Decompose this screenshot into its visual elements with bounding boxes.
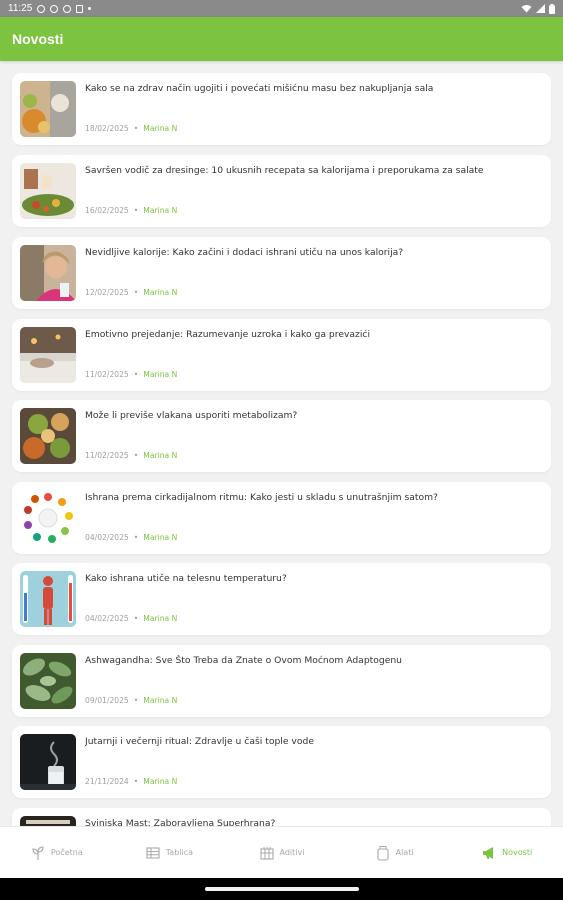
article-date: 09/01/2025 [85, 696, 129, 705]
article-meta: 04/02/2025 • Marina N [85, 533, 177, 542]
article-date: 12/02/2025 [85, 288, 129, 297]
meta-separator: • [133, 533, 139, 542]
article-thumbnail [20, 163, 76, 219]
article-thumbnail [20, 245, 76, 301]
article-card[interactable]: Može li previše vlakana usporiti metabol… [12, 400, 551, 472]
nav-news[interactable]: Novosti [450, 827, 563, 878]
article-meta: 12/02/2025 • Marina N [85, 288, 177, 297]
home-gesture-bar[interactable] [205, 887, 359, 891]
sprout-icon [32, 845, 44, 860]
article-title: Svinjska Mast: Zaboravljena Superhrana? [85, 818, 276, 826]
article-title: Ashwagandha: Sve Što Treba da Znate o Ov… [85, 655, 403, 666]
article-card[interactable]: Svinjska Mast: Zaboravljena Superhrana? [12, 808, 551, 826]
article-card[interactable]: Nevidljive kalorije: Kako začini i dodac… [12, 237, 551, 309]
status-time: 11:25 [8, 3, 33, 14]
bottom-nav: Početna Tablica Aditivi Alati Novosti [0, 826, 563, 878]
meta-separator: • [133, 696, 139, 705]
system-gesture-area [0, 878, 563, 900]
article-title: Kako ishrana utiče na telesnu temperatur… [85, 573, 287, 584]
nav-news-label: Novosti [502, 848, 533, 857]
article-title: Kako se na zdrav način ugojiti i povećat… [85, 83, 434, 94]
nav-home-label: Početna [50, 848, 83, 857]
news-feed[interactable]: Kako se na zdrav način ugojiti i povećat… [0, 61, 563, 826]
nav-tools-label: Alati [395, 848, 414, 857]
article-date: 16/02/2025 [85, 206, 129, 215]
article-title: Ishrana prema cirkadijalnom ritmu: Kako … [85, 492, 438, 503]
app-bar: Novosti [0, 17, 563, 61]
article-date: 21/11/2024 [85, 777, 129, 786]
article-thumbnail [20, 734, 76, 790]
article-author: Marina N [143, 124, 178, 133]
meta-separator: • [133, 777, 139, 786]
megaphone-icon [483, 846, 494, 859]
meta-separator: • [133, 288, 139, 297]
article-meta: 21/11/2024 • Marina N [85, 777, 177, 786]
article-card[interactable]: Ishrana prema cirkadijalnom ritmu: Kako … [12, 482, 551, 554]
article-card[interactable]: Jutarnji i večernji ritual: Zdravlje u č… [12, 726, 551, 798]
meta-separator: • [133, 124, 139, 133]
article-card[interactable]: Kako ishrana utiče na telesnu temperatur… [12, 563, 551, 635]
article-author: Marina N [143, 533, 178, 542]
sim-icon [76, 4, 84, 13]
status-bar: 11:25 [0, 0, 563, 17]
article-date: 18/02/2025 [85, 124, 129, 133]
article-title: Savršen vodič za dresinge: 10 ukusnih re… [85, 165, 484, 176]
shield-icon [50, 4, 59, 13]
article-date: 04/02/2025 [85, 614, 129, 623]
article-title: Emotivno prejedanje: Razumevanje uzroka … [85, 329, 371, 340]
article-thumbnail [20, 571, 76, 627]
location-icon [63, 4, 72, 13]
article-author: Marina N [143, 288, 178, 297]
meta-separator: • [133, 451, 139, 460]
article-card[interactable]: Savršen vodič za dresinge: 10 ukusnih re… [12, 155, 551, 227]
article-meta: 11/02/2025 • Marina N [85, 370, 177, 379]
article-thumbnail [20, 490, 76, 546]
notification-dot-icon [88, 7, 92, 10]
article-thumbnail [20, 653, 76, 709]
article-meta: 04/02/2025 • Marina N [85, 614, 177, 623]
article-author: Marina N [143, 370, 178, 379]
cellular-icon [536, 4, 545, 13]
article-author: Marina N [143, 696, 178, 705]
table-icon [146, 846, 160, 859]
article-card[interactable]: Ashwagandha: Sve Što Treba da Znate o Ov… [12, 645, 551, 717]
article-card[interactable]: Emotivno prejedanje: Razumevanje uzroka … [12, 319, 551, 391]
battery-icon [549, 3, 555, 14]
wifi-icon [521, 5, 532, 13]
article-author: Marina N [143, 451, 178, 460]
article-author: Marina N [143, 206, 178, 215]
article-card[interactable]: Kako se na zdrav način ugojiti i povećat… [12, 73, 551, 145]
nav-additives-label: Aditivi [279, 848, 305, 857]
article-date: 04/02/2025 [85, 533, 129, 542]
nav-tools[interactable]: Alati [338, 827, 451, 878]
nav-additives[interactable]: Aditivi [225, 827, 338, 878]
nav-home[interactable]: Početna [0, 827, 113, 878]
article-thumbnail [20, 81, 76, 137]
article-meta: 09/01/2025 • Marina N [85, 696, 177, 705]
article-date: 11/02/2025 [85, 370, 129, 379]
article-meta: 18/02/2025 • Marina N [85, 124, 177, 133]
article-author: Marina N [143, 614, 178, 623]
article-thumbnail [20, 327, 76, 383]
meta-separator: • [133, 614, 139, 623]
additive-grid-icon [259, 846, 274, 860]
article-date: 11/02/2025 [85, 451, 129, 460]
meta-separator: • [133, 206, 139, 215]
article-title: Nevidljive kalorije: Kako začini i dodac… [85, 247, 404, 258]
article-author: Marina N [143, 777, 178, 786]
article-meta: 16/02/2025 • Marina N [85, 206, 177, 215]
nav-table-label: Tablica [165, 848, 194, 857]
alarm-icon [37, 4, 46, 13]
page-title: Novosti [12, 31, 64, 47]
article-thumbnail [20, 408, 76, 464]
jar-icon [377, 845, 389, 861]
article-title: Može li previše vlakana usporiti metabol… [85, 410, 298, 421]
article-meta: 11/02/2025 • Marina N [85, 451, 177, 460]
article-thumbnail [20, 816, 76, 826]
meta-separator: • [133, 370, 139, 379]
article-title: Jutarnji i večernji ritual: Zdravlje u č… [85, 736, 314, 747]
nav-table[interactable]: Tablica [113, 827, 226, 878]
